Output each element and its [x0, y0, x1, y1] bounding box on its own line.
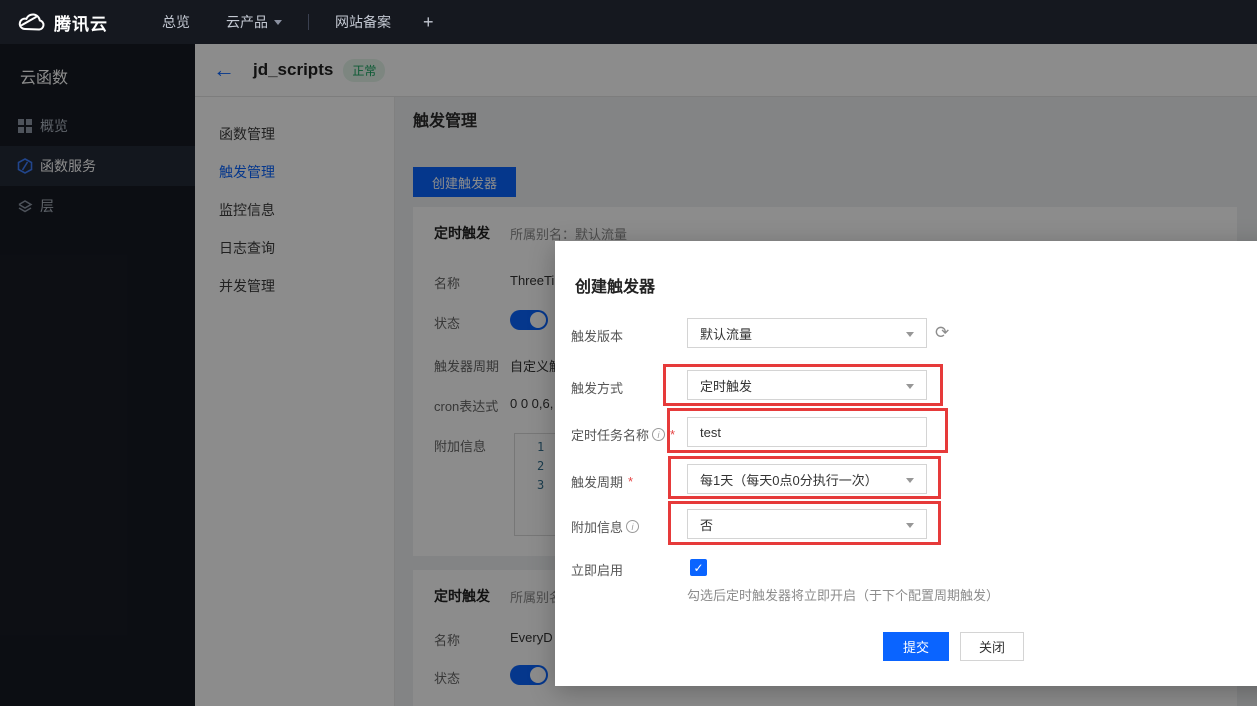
submit-button[interactable]: 提交: [883, 632, 949, 661]
add-tab-button[interactable]: +: [423, 12, 434, 33]
modal-title: 创建触发器: [575, 273, 655, 297]
close-button[interactable]: 关闭: [960, 632, 1024, 661]
extra-info-select[interactable]: 否: [687, 509, 927, 539]
required-mark: *: [670, 427, 675, 442]
trigger-type-label: 触发方式: [571, 378, 623, 397]
nav-cloud-products[interactable]: 云产品: [226, 12, 282, 32]
extra-info-value: 否: [700, 515, 713, 534]
enable-now-checkbox[interactable]: [690, 559, 707, 576]
trigger-period-select[interactable]: 每1天（每天0点0分执行一次）: [687, 464, 927, 494]
navbar-menu: 总览 云产品 网站备案 +: [144, 12, 448, 33]
nav-overview[interactable]: 总览: [162, 12, 190, 32]
trigger-version-value: 默认流量: [700, 324, 752, 343]
select-caret-icon: [906, 384, 914, 389]
trigger-type-value: 定时触发: [700, 376, 752, 395]
info-icon: i: [626, 520, 639, 533]
task-name-value: test: [700, 425, 721, 440]
info-icon: i: [652, 428, 665, 441]
trigger-version-label: 触发版本: [571, 326, 623, 345]
brand[interactable]: 腾讯云: [16, 10, 108, 35]
task-name-input[interactable]: test: [687, 417, 927, 447]
create-trigger-modal: 创建触发器 触发版本 默认流量 触发方式 定时触发 定时任务名称 i * tes…: [555, 241, 1257, 686]
nav-icp-filing[interactable]: 网站备案: [335, 12, 391, 32]
select-caret-icon: [906, 523, 914, 528]
trigger-type-select[interactable]: 定时触发: [687, 370, 927, 400]
trigger-period-label: 触发周期 *: [571, 472, 633, 491]
select-caret-icon: [906, 478, 914, 483]
tencent-cloud-logo-icon: [16, 11, 46, 33]
trigger-period-value: 每1天（每天0点0分执行一次）: [700, 470, 878, 489]
top-navbar: 腾讯云 总览 云产品 网站备案 +: [0, 0, 1257, 44]
required-mark: *: [628, 474, 633, 489]
nav-divider: [308, 14, 309, 30]
chevron-down-icon: [274, 20, 282, 25]
extra-info-label: 附加信息 i: [571, 517, 639, 536]
select-caret-icon: [906, 332, 914, 337]
enable-now-hint: 勾选后定时触发器将立即开启（于下个配置周期触发）: [687, 585, 999, 604]
enable-now-label: 立即启用: [571, 560, 623, 579]
nav-cloud-products-label: 云产品: [226, 12, 268, 32]
trigger-version-select[interactable]: 默认流量: [687, 318, 927, 348]
brand-text: 腾讯云: [54, 10, 108, 35]
task-name-label: 定时任务名称 i *: [571, 425, 675, 444]
refresh-icon[interactable]: [935, 323, 955, 343]
